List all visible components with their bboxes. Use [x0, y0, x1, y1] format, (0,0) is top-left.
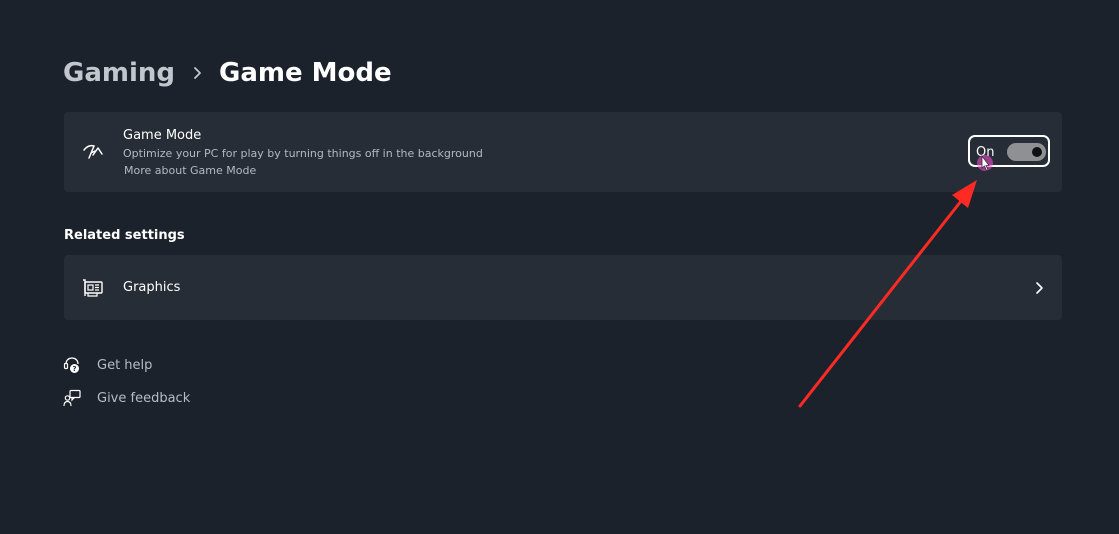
game-mode-icon [81, 140, 105, 164]
toggle-state-label: On [976, 145, 995, 160]
chevron-right-icon [193, 66, 202, 80]
breadcrumb: Gaming Game Mode [63, 58, 392, 88]
more-about-game-mode-link[interactable]: More about Game Mode [124, 164, 256, 177]
svg-text:?: ? [72, 365, 76, 373]
graphics-card-icon [81, 276, 105, 300]
game-mode-title: Game Mode [123, 128, 202, 143]
game-mode-toggle[interactable]: On [968, 135, 1050, 167]
page-title: Game Mode [219, 58, 392, 88]
get-help-label: Get help [97, 357, 153, 373]
related-settings-heading: Related settings [64, 228, 185, 243]
get-help-icon: ? [63, 356, 81, 374]
give-feedback-label: Give feedback [97, 390, 191, 406]
give-feedback-icon [63, 389, 81, 407]
graphics-settings-card[interactable]: Graphics [64, 255, 1062, 320]
graphics-label: Graphics [123, 280, 181, 295]
give-feedback-link[interactable]: Give feedback [63, 389, 190, 407]
game-mode-card: Game Mode Optimize your PC for play by t… [64, 112, 1062, 192]
toggle-knob [1032, 147, 1042, 157]
breadcrumb-gaming[interactable]: Gaming [63, 58, 175, 88]
game-mode-description: Optimize your PC for play by turning thi… [123, 147, 483, 160]
get-help-link[interactable]: ? Get help [63, 356, 152, 374]
toggle-track[interactable] [1007, 143, 1046, 161]
chevron-right-icon [1033, 280, 1045, 294]
